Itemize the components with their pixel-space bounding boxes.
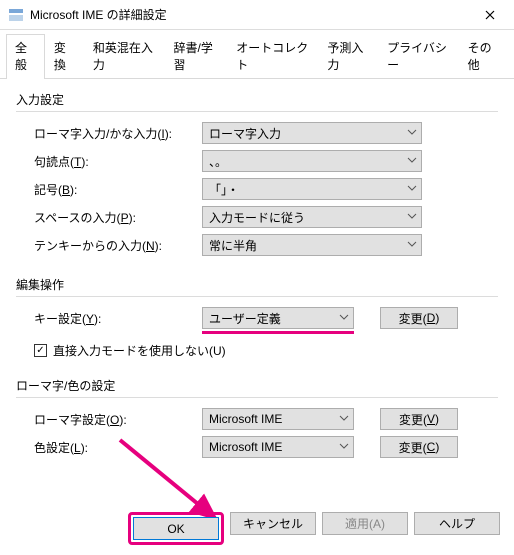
chevron-down-icon: [407, 182, 417, 196]
combo-value: 「」・: [209, 181, 239, 198]
chevron-down-icon: [407, 210, 417, 224]
content: 入力設定 ローマ字入力/かな入力(I): ローマ字入力 句読点(T): 、。 記…: [0, 79, 514, 470]
group-romaji-color: ローマ字/色の設定 ローマ字設定(O): Microsoft IME 変更(V)…: [16, 377, 498, 458]
label-color-setting: 色設定(L):: [34, 439, 202, 456]
help-button[interactable]: ヘルプ: [414, 512, 500, 535]
combo-value: ローマ字入力: [209, 125, 281, 142]
tab-autocorrect[interactable]: オートコレクト: [227, 34, 318, 78]
label-symbols: 記号(B):: [34, 181, 202, 198]
label-romaji-kana: ローマ字入力/かな入力(I):: [34, 125, 202, 142]
change-color-button[interactable]: 変更(C): [380, 436, 458, 458]
group-title-romaji-color: ローマ字/色の設定: [16, 377, 498, 394]
chevron-down-icon: [407, 154, 417, 168]
annotation-ok-highlight: OK: [128, 512, 224, 545]
divider: [16, 397, 498, 398]
tab-mixed[interactable]: 和英混在入力: [84, 34, 165, 78]
app-icon: [8, 7, 24, 23]
tab-privacy[interactable]: プライバシー: [378, 34, 458, 78]
combo-value: ユーザー定義: [209, 310, 281, 327]
group-edit-ops: 編集操作 キー設定(Y): ユーザー定義 変更(D) ✓ 直接入力モードを使用し…: [16, 276, 498, 359]
label-direct-input: 直接入力モードを使用しない(U): [53, 342, 226, 359]
checkbox-direct-input[interactable]: ✓: [34, 344, 47, 357]
group-title-input: 入力設定: [16, 91, 498, 108]
label-punctuation: 句読点(T):: [34, 153, 202, 170]
chevron-down-icon: [339, 311, 349, 325]
combo-tenkey[interactable]: 常に半角: [202, 234, 422, 256]
divider: [16, 296, 498, 297]
combo-romaji-kana[interactable]: ローマ字入力: [202, 122, 422, 144]
combo-value: 常に半角: [209, 237, 257, 254]
chevron-down-icon: [339, 440, 349, 454]
apply-button[interactable]: 適用(A): [322, 512, 408, 535]
tab-other[interactable]: その他: [459, 34, 508, 78]
tab-dictionary[interactable]: 辞書/学習: [165, 34, 228, 78]
group-input-settings: 入力設定 ローマ字入力/かな入力(I): ローマ字入力 句読点(T): 、。 記…: [16, 91, 498, 256]
combo-value: 、。: [209, 153, 227, 170]
chevron-down-icon: [339, 412, 349, 426]
titlebar: Microsoft IME の詳細設定: [0, 0, 514, 30]
annotation-underline: [202, 331, 354, 334]
combo-color-setting[interactable]: Microsoft IME: [202, 436, 354, 458]
tab-conversion[interactable]: 変換: [45, 34, 84, 78]
combo-symbols[interactable]: 「」・: [202, 178, 422, 200]
cancel-button[interactable]: キャンセル: [230, 512, 316, 535]
chevron-down-icon: [407, 126, 417, 140]
combo-value: Microsoft IME: [209, 440, 282, 454]
footer: OK キャンセル 適用(A) ヘルプ: [0, 512, 514, 545]
tabbar: 全般 変換 和英混在入力 辞書/学習 オートコレクト 予測入力 プライバシー そ…: [0, 30, 514, 79]
change-romaji-button[interactable]: 変更(V): [380, 408, 458, 430]
combo-value: 入力モードに従う: [209, 209, 305, 226]
window-title: Microsoft IME の詳細設定: [30, 6, 467, 23]
label-space: スペースの入力(P):: [34, 209, 202, 226]
combo-value: Microsoft IME: [209, 412, 282, 426]
change-key-button[interactable]: 変更(D): [380, 307, 458, 329]
combo-romaji-setting[interactable]: Microsoft IME: [202, 408, 354, 430]
combo-key-settings[interactable]: ユーザー定義: [202, 307, 354, 329]
divider: [16, 111, 498, 112]
group-title-edit: 編集操作: [16, 276, 498, 293]
label-romaji-setting: ローマ字設定(O):: [34, 411, 202, 428]
ok-button[interactable]: OK: [133, 517, 219, 540]
tab-prediction[interactable]: 予測入力: [318, 34, 378, 78]
label-key-settings: キー設定(Y):: [34, 310, 202, 327]
label-tenkey: テンキーからの入力(N):: [34, 237, 202, 254]
combo-space[interactable]: 入力モードに従う: [202, 206, 422, 228]
chevron-down-icon: [407, 238, 417, 252]
close-button[interactable]: [467, 1, 512, 29]
combo-punctuation[interactable]: 、。: [202, 150, 422, 172]
tab-general[interactable]: 全般: [6, 34, 45, 78]
